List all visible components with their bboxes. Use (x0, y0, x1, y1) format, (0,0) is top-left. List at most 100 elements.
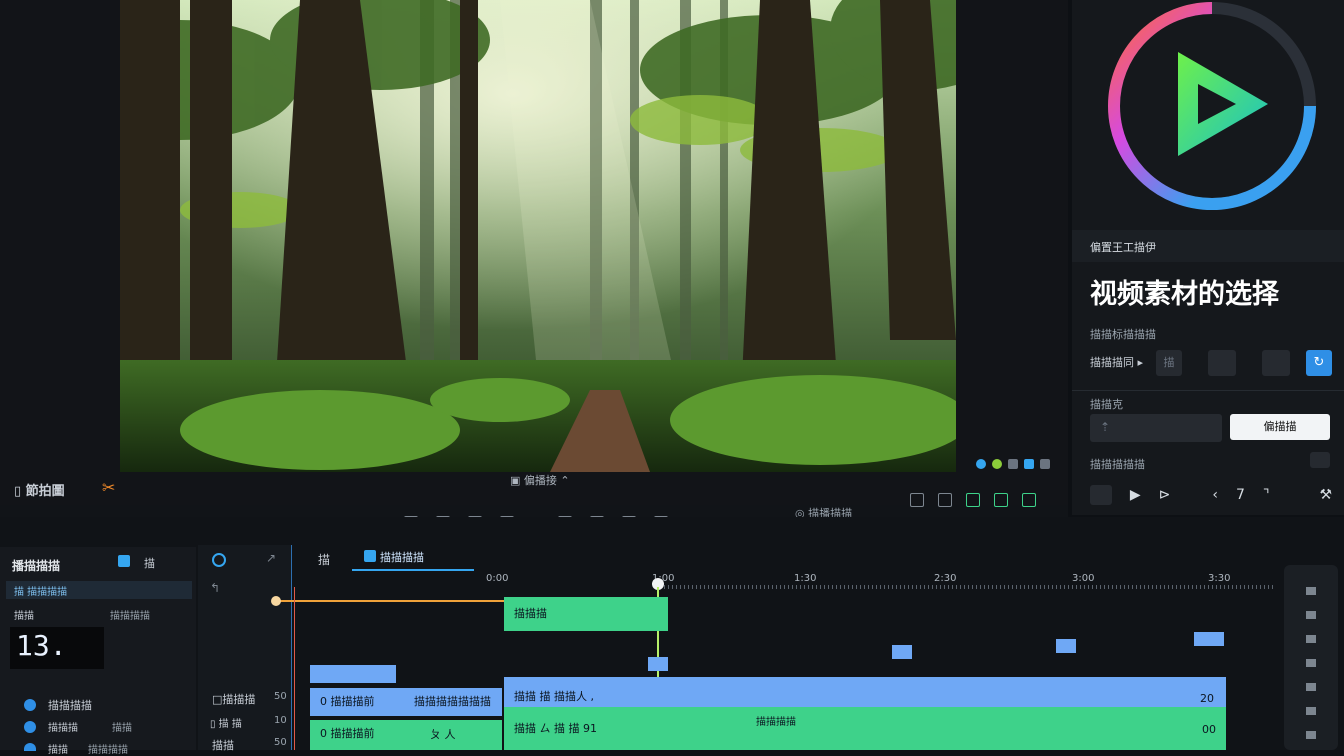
marker-1[interactable] (648, 657, 668, 671)
snap-icon[interactable] (966, 493, 980, 507)
video-preview[interactable] (120, 0, 956, 472)
media-tab-icon[interactable] (118, 555, 130, 567)
play-logo-icon (1108, 2, 1316, 210)
list-item-2-value: 描描 (112, 723, 132, 734)
viewer-panel: ▯ 節拍圖 ✂ ▣ 偏播接 ⌃ (0, 0, 1068, 505)
refresh-icon[interactable]: ↻ (1306, 350, 1332, 376)
viewer-title: ▯ 節拍圖 (14, 484, 65, 499)
tab-active-icon (364, 550, 376, 562)
track-1-label[interactable]: □描描描 (212, 691, 255, 707)
timecode-display: 13. (10, 627, 104, 669)
align-icon[interactable] (910, 493, 924, 507)
media-item-selected[interactable]: 描 描描描描 (6, 581, 192, 599)
ruler-tick-0: 0:00 (486, 573, 509, 584)
list-item-3-label[interactable]: 描描 (48, 741, 68, 756)
tab-active[interactable]: 描描描描 (380, 549, 424, 565)
media-panel: 播描描描 描 描 描描描描 描描 描描描描 13. 描描描描 描描描 描描 描描… (0, 547, 196, 756)
section2-caption: 描描克 (1090, 398, 1123, 411)
divider (1072, 390, 1344, 391)
mini-icon-3[interactable] (1306, 635, 1316, 643)
mini-icon-5[interactable] (1306, 683, 1316, 691)
tab-inactive[interactable]: 描 (318, 551, 330, 568)
track-2-value: 10 (274, 715, 287, 726)
green-title-clip-label: 描描描 (514, 607, 547, 620)
media-sub-label: 描描 (14, 611, 34, 622)
option-box-2[interactable] (1262, 350, 1290, 376)
blue-clip-small[interactable] (310, 665, 396, 683)
play-icon[interactable]: ▶ (1130, 487, 1141, 503)
track-hook-icon[interactable]: ↰ (210, 581, 220, 595)
list-item-2-icon (24, 721, 36, 733)
plus-track-icon[interactable] (994, 493, 1008, 507)
track1-end-label: 20 (1200, 692, 1214, 705)
timeline-area: 播描描描 描 描 描描描描 描描 描描描描 13. 描描描描 描描描 描描 描描… (0, 517, 1344, 756)
format-select-label: 描描描同 ▸ (1090, 356, 1144, 369)
tool-icon[interactable]: ⚒ (1319, 487, 1332, 503)
seven-label[interactable]: 7 (1236, 487, 1245, 503)
status-green-icon (992, 459, 1002, 469)
status-grid-icon (1008, 459, 1018, 469)
list-item-2-label[interactable]: 描描描 (48, 719, 78, 734)
viewer-center-label: ▣ 偏播接 ⌃ (510, 474, 570, 487)
right-mini-toolbar (1284, 565, 1338, 750)
mini-icon-4[interactable] (1306, 659, 1316, 667)
marker-2[interactable] (892, 645, 912, 659)
mini-icon-7[interactable] (1306, 731, 1316, 739)
track2-clip-c-label: 描描 ㄙ 描 描 91 (514, 722, 597, 735)
mini-icon-1[interactable] (1306, 587, 1316, 595)
ruler: 0:00 1:00 1:30 2:30 3:00 3:30 (300, 573, 1276, 591)
marker-4[interactable] (1194, 632, 1224, 646)
list-item-1-label[interactable]: 描描描描 (48, 697, 92, 713)
input-field[interactable]: ⇡ (1090, 414, 1222, 442)
track-arrow-icon[interactable]: ↗ (266, 551, 276, 565)
track2-clip-a-label: 0 描描描前 (320, 727, 375, 740)
status-list-icon (1040, 459, 1050, 469)
back-icon[interactable]: ‹ (1212, 487, 1218, 503)
ruler-tick-2: 1:30 (794, 573, 817, 584)
track-2-label[interactable]: ▯ 描 描 (210, 715, 242, 730)
apply-button[interactable]: 偏描描 (1230, 414, 1330, 440)
list-item-3-value: 描描描描 (88, 745, 128, 756)
track2-clip-d: 描描描描 (756, 717, 796, 728)
play-next-icon[interactable]: ⊳ (1159, 487, 1171, 503)
keyframe-start[interactable] (271, 596, 281, 606)
track2-clip-b: ㄆ 人 (430, 728, 456, 741)
status-blue-icon (976, 459, 986, 469)
mini-icon-2[interactable] (1306, 611, 1316, 619)
media-sub-value: 描描描描 (110, 611, 150, 622)
track2-clip-a[interactable]: 0 描描描前 (310, 720, 502, 750)
in-marker-line (294, 587, 295, 750)
cut-icon[interactable]: ✂ (102, 478, 115, 497)
marker-3[interactable] (1056, 639, 1076, 653)
mini-icon-6[interactable] (1306, 707, 1316, 715)
track2-clip-c[interactable]: 描描 ㄙ 描 描 91 (504, 707, 1226, 750)
section-caption: 偏置王工描伊 (1090, 241, 1156, 254)
expand-icon[interactable] (1310, 452, 1330, 468)
track-3-label[interactable]: 描描 (212, 737, 234, 753)
properties-panel: 偏置王工描伊 视频素材的选择 描描标描描描 描描描同 ▸ 描 ↻ 描描克 ⇡ 偏… (1072, 0, 1344, 515)
layout-icon[interactable] (1022, 493, 1036, 507)
track-target-icon[interactable] (212, 553, 226, 567)
tab-active-underline (352, 569, 474, 571)
menu-icon[interactable] (1090, 485, 1112, 505)
track1-clip-b-label: 描描描描描描描 (414, 695, 491, 708)
status-square-icon (1024, 459, 1034, 469)
option-box-1[interactable] (1208, 350, 1236, 376)
track-1-value: 50 (274, 691, 287, 702)
track2-end-label: 00 (1202, 723, 1216, 736)
magnet-icon[interactable] (938, 493, 952, 507)
toolbar-right-icons (910, 493, 1036, 507)
ruler-tick-5: 3:30 (1208, 573, 1231, 584)
format-value[interactable]: 描 (1156, 350, 1182, 376)
green-title-clip[interactable]: 描描描 (504, 597, 668, 631)
sub-caption: 描描标描描描 (1090, 328, 1156, 341)
corner-icon[interactable]: ⌝ (1263, 487, 1270, 503)
forest-image (120, 0, 956, 472)
side-title: 视频素材的选择 (1090, 279, 1279, 310)
track-3-value: 50 (274, 737, 287, 748)
section3-caption: 描描描描描 (1090, 458, 1145, 471)
section-header: 偏置王工描伊 (1072, 230, 1344, 262)
media-header-tab[interactable]: 描 (144, 555, 155, 571)
track1-clip-b[interactable]: 描描描描描描描 (404, 688, 502, 716)
track-headers: ↗ ↰ □描描描 50 ▯ 描 描 10 描描 50 (198, 545, 292, 753)
